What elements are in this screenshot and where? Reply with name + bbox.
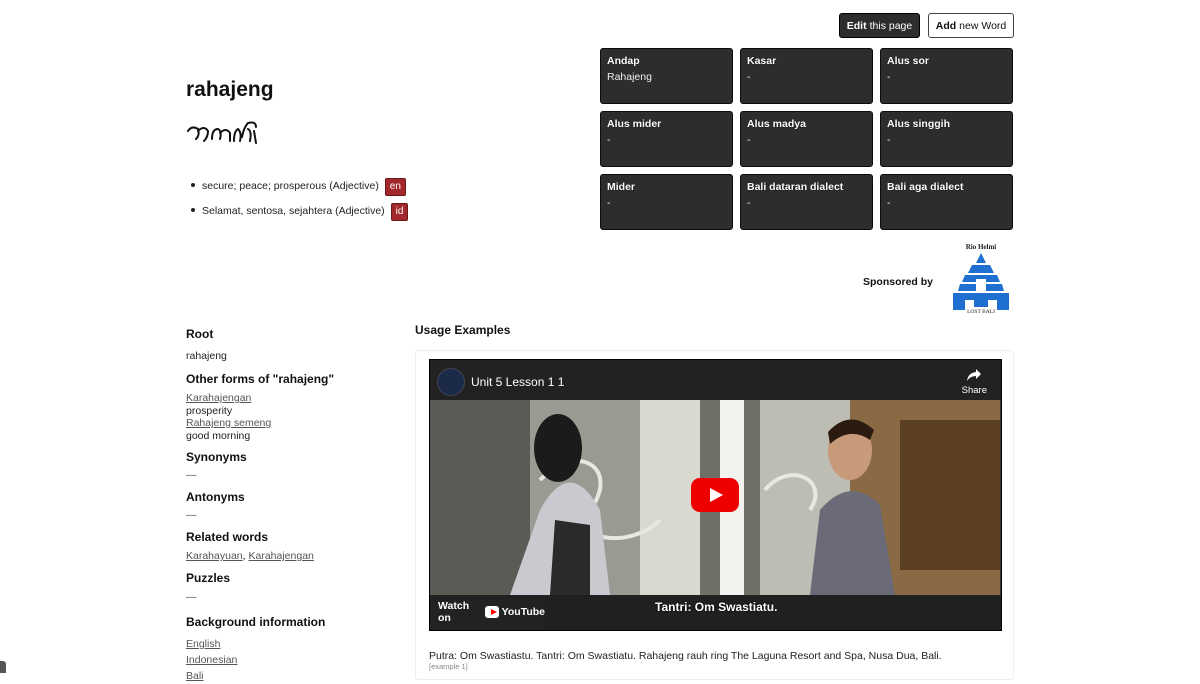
register-card: Alus sor - xyxy=(880,48,1013,104)
register-name: Kasar xyxy=(747,55,777,67)
register-value: - xyxy=(607,197,611,209)
register-name: Alus mider xyxy=(607,118,662,130)
register-card: Alus singgih - xyxy=(880,111,1013,167)
register-name: Andap xyxy=(607,55,640,67)
video-title[interactable]: Unit 5 Lesson 1 1 xyxy=(471,375,564,389)
share-icon xyxy=(967,369,982,381)
youtube-label: YouTube xyxy=(501,606,545,618)
edit-button-strong: Edit xyxy=(846,19,867,32)
edit-button-label: this page xyxy=(869,19,913,32)
register-value: Rahajeng xyxy=(607,71,652,83)
register-card: Kasar - xyxy=(740,48,873,104)
usage-example-reference: [example 1] xyxy=(429,662,468,671)
register-value: - xyxy=(747,71,751,83)
register-card: Mider - xyxy=(600,174,733,230)
share-button[interactable]: Share xyxy=(962,368,987,396)
add-word-button[interactable]: Add new Word xyxy=(928,13,1014,38)
related-word-link[interactable]: Karahajengan xyxy=(248,550,313,562)
other-form-link[interactable]: Karahajengan xyxy=(186,392,251,404)
related-words-list: Karahayuan, Karahajengan xyxy=(186,550,314,562)
definition-item: secure; peace; prosperous (Adjective) en xyxy=(190,178,408,196)
other-form-meaning: good morning xyxy=(186,429,251,442)
video-player[interactable]: Unit 5 Lesson 1 1 Share Watch on YouTube… xyxy=(429,359,1002,631)
root-value: rahajeng xyxy=(186,350,227,362)
word-title: rahajeng xyxy=(186,78,274,101)
register-value: - xyxy=(887,197,891,209)
register-card: Bali aga dialect - xyxy=(880,174,1013,230)
background-info-heading: Background information xyxy=(186,615,326,629)
register-name: Bali aga dialect xyxy=(887,181,964,193)
sponsor-label: Sponsored by xyxy=(863,276,934,288)
related-words-heading: Related words xyxy=(186,530,269,544)
sponsor-logo[interactable]: Rio Helmi LOST BALI xyxy=(948,243,1014,319)
register-value: - xyxy=(887,71,891,83)
register-name: Alus sor xyxy=(887,55,930,67)
usage-example-text: Putra: Om Swastiastu. Tantri: Om Swastia… xyxy=(429,650,942,662)
register-name: Alus madya xyxy=(747,118,806,130)
background-link-bali[interactable]: Bali xyxy=(186,670,204,682)
synonyms-value: — xyxy=(186,469,197,481)
watch-on-youtube-button[interactable]: Watch on YouTube xyxy=(430,595,545,629)
register-name: Bali dataran dialect xyxy=(747,181,844,193)
background-link-english[interactable]: English xyxy=(186,638,220,650)
language-badge: id xyxy=(390,203,409,221)
background-info-links: English Indonesian Bali xyxy=(186,636,237,684)
lost-bali-logo-icon xyxy=(953,253,1009,310)
channel-avatar[interactable] xyxy=(437,368,465,396)
youtube-logo-icon xyxy=(484,606,499,618)
play-button[interactable] xyxy=(691,478,739,512)
definition-text: secure; peace; prosperous (Adjective) xyxy=(202,180,379,192)
antonyms-heading: Antonyms xyxy=(186,490,245,504)
add-button-strong: Add xyxy=(935,19,957,32)
watch-on-label: Watch on xyxy=(438,600,470,624)
other-form-link[interactable]: Rahajeng semeng xyxy=(186,417,271,429)
register-card: Bali dataran dialect - xyxy=(740,174,873,230)
register-value: - xyxy=(887,134,891,146)
definition-list: secure; peace; prosperous (Adjective) en… xyxy=(186,178,409,228)
register-card: Alus madya - xyxy=(740,111,873,167)
antonyms-value: — xyxy=(186,509,197,521)
root-heading: Root xyxy=(186,327,214,341)
other-forms-heading: Other forms of "rahajeng" xyxy=(186,372,335,386)
balinese-script-image xyxy=(187,121,257,144)
background-link-indonesian[interactable]: Indonesian xyxy=(186,654,237,666)
definition-item: Selamat, sentosa, sejahtera (Adjective) … xyxy=(190,203,409,221)
puzzles-value: — xyxy=(186,591,197,603)
register-value: - xyxy=(747,134,751,146)
puzzles-heading: Puzzles xyxy=(186,571,231,585)
share-label: Share xyxy=(961,385,987,396)
register-name: Mider xyxy=(607,181,636,193)
register-value: - xyxy=(747,197,751,209)
usage-examples-heading: Usage Examples xyxy=(415,323,511,337)
definition-text: Selamat, sentosa, sejahtera (Adjective) xyxy=(202,205,385,217)
page-edge-marker xyxy=(0,661,6,673)
register-card: Andap Rahajeng xyxy=(600,48,733,104)
video-subtitle: Tantri: Om Swastiatu. xyxy=(655,600,778,614)
register-value: - xyxy=(607,134,611,146)
edit-page-button[interactable]: Edit this page xyxy=(839,13,920,38)
related-word-link[interactable]: Karahayuan xyxy=(186,550,243,562)
register-name: Alus singgih xyxy=(887,118,950,130)
sponsor-logo-bottom-text: LOST BALI xyxy=(967,309,995,315)
other-forms-list: Karahajengan prosperity Rahajeng semeng … xyxy=(186,392,271,442)
language-badge: en xyxy=(384,178,406,196)
synonyms-heading: Synonyms xyxy=(186,450,247,464)
register-grid: Andap Rahajeng Kasar - Alus sor - Alus mide… xyxy=(600,48,1014,230)
add-button-label: new Word xyxy=(959,19,1007,32)
other-form-meaning: prosperity xyxy=(186,404,233,417)
register-card: Alus mider - xyxy=(600,111,733,167)
